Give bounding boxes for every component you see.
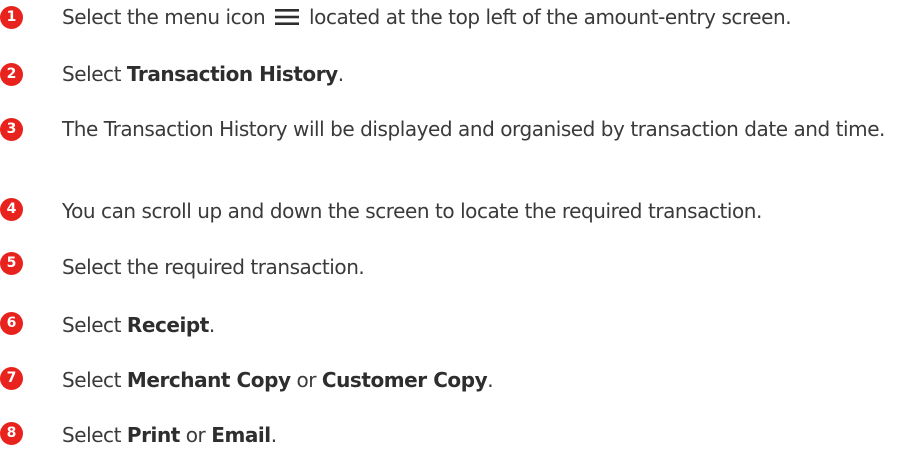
step-number-badge: 6 <box>0 312 23 335</box>
step-text: Select Transaction History. <box>62 62 344 86</box>
step-number-badge: 5 <box>0 252 23 275</box>
step-text: Select the menu icon located at the top … <box>62 3 914 33</box>
step-number-badge: 4 <box>0 198 23 221</box>
step-text: Select Merchant Copy or Customer Copy. <box>62 368 494 392</box>
step-text: You can scroll up and down the screen to… <box>62 199 762 223</box>
step-text: The Transaction History will be displaye… <box>62 117 885 141</box>
hamburger-menu-icon <box>275 5 300 33</box>
step-text: Select Receipt. <box>62 313 215 337</box>
step-text: Select Print or Email. <box>62 423 277 447</box>
step-text: Select the required transaction. <box>62 255 365 279</box>
step-number-badge: 1 <box>0 6 23 29</box>
step-number-badge: 3 <box>0 118 23 141</box>
step-number-badge: 2 <box>0 63 23 86</box>
step-number-badge: 8 <box>0 422 23 445</box>
step-number-badge: 7 <box>0 367 23 390</box>
instruction-steps: 1 Select the menu icon located at the to… <box>0 0 919 451</box>
